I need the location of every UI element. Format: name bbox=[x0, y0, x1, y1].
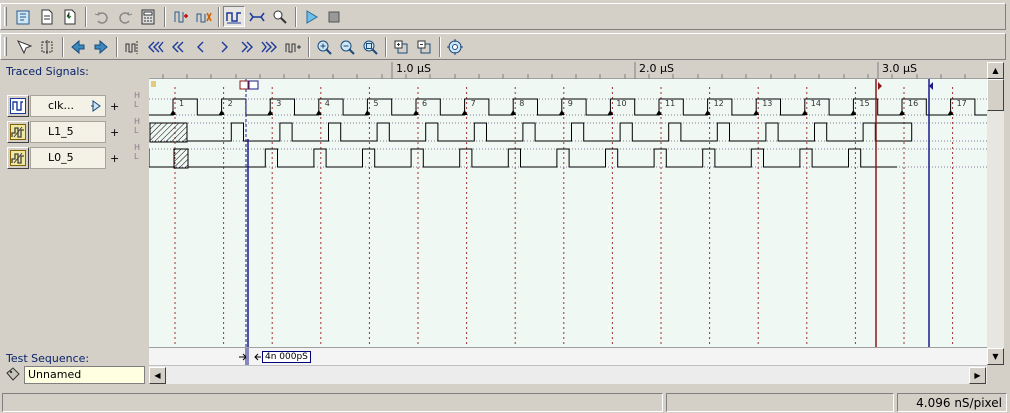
back-icon[interactable] bbox=[190, 36, 212, 57]
test-sequence-label: Test Sequence: bbox=[6, 352, 90, 365]
status-bar: 4.096 nS/pixel bbox=[0, 391, 1010, 413]
time-tick-label: 3.0 µS bbox=[882, 62, 917, 75]
waveform-toolbar bbox=[0, 33, 1006, 60]
cycle-number: 14 bbox=[811, 99, 821, 108]
signal-row-clk[interactable]: clk... + HL bbox=[7, 91, 148, 119]
zoom-fit-icon[interactable] bbox=[359, 36, 381, 57]
l1-waveform bbox=[187, 122, 913, 142]
expand-plus[interactable]: + bbox=[110, 100, 119, 113]
select-cursor-icon[interactable] bbox=[13, 36, 35, 57]
cycle-number: 6 bbox=[422, 99, 427, 108]
signal-level-labels: HL bbox=[134, 91, 141, 109]
traced-signals-label: Traced Signals: bbox=[6, 65, 89, 78]
cycle-number: 12 bbox=[714, 99, 724, 108]
add-signal-icon[interactable] bbox=[170, 6, 192, 27]
cycle-number: 4 bbox=[325, 99, 330, 108]
cycle-number: 1 bbox=[179, 99, 184, 108]
cursor-set-icon[interactable] bbox=[121, 36, 143, 57]
status-resolution: 4.096 nS/pixel bbox=[897, 393, 1007, 412]
scroll-thumb[interactable] bbox=[987, 79, 1004, 111]
calculator-icon[interactable] bbox=[137, 6, 159, 27]
cycle-number: 2 bbox=[228, 99, 233, 108]
last-icon[interactable] bbox=[259, 36, 281, 57]
clock-icon[interactable] bbox=[7, 95, 29, 117]
status-panel-info bbox=[666, 393, 894, 412]
open-project-icon[interactable] bbox=[13, 6, 35, 27]
waveform-mode-icon[interactable] bbox=[223, 6, 245, 27]
cycle-number: 7 bbox=[471, 99, 476, 108]
forward-icon[interactable] bbox=[213, 36, 235, 57]
status-panel-main bbox=[2, 393, 663, 412]
new-file-icon[interactable] bbox=[36, 6, 58, 27]
scroll-down-icon[interactable]: ▼ bbox=[987, 348, 1004, 365]
marker-start-icon bbox=[151, 81, 156, 87]
signal-row-l1-5[interactable]: L1_5 + HL bbox=[7, 117, 148, 145]
collapse-icon[interactable] bbox=[413, 36, 435, 57]
cursor-b-flag[interactable] bbox=[248, 80, 259, 90]
find-icon[interactable] bbox=[269, 6, 291, 27]
cursor-a-flag[interactable] bbox=[239, 80, 249, 90]
cycle-number: 8 bbox=[519, 99, 524, 108]
l0-undefined-region bbox=[173, 148, 189, 169]
cycle-number: 13 bbox=[762, 99, 772, 108]
settings-icon[interactable] bbox=[444, 36, 466, 57]
fast-back-icon[interactable] bbox=[167, 36, 189, 57]
bus-icon[interactable] bbox=[246, 6, 268, 27]
scroll-right-icon[interactable]: ▶ bbox=[969, 367, 986, 384]
scroll-up-icon[interactable]: ▲ bbox=[987, 62, 1004, 79]
clock-options-icon[interactable] bbox=[90, 100, 102, 112]
cycle-number: 11 bbox=[665, 99, 675, 108]
l1-undefined-region bbox=[149, 122, 188, 143]
cycle-number: 16 bbox=[908, 99, 918, 108]
test-sequence-field[interactable]: Unnamed bbox=[24, 366, 145, 384]
toolbar-grip[interactable] bbox=[4, 37, 7, 56]
signal-name-l1-5[interactable]: L1_5 bbox=[30, 121, 106, 143]
signal-icon[interactable] bbox=[7, 147, 29, 169]
vertical-scrollbar[interactable]: ▲ ▼ bbox=[987, 62, 1004, 365]
waveform-canvas[interactable]: 1 2 3 4 5 6 7 8 9 10 11 12 13 14 15 16 17 bbox=[149, 79, 987, 347]
time-tick-label: 2.0 µS bbox=[639, 62, 674, 75]
signal-row-l0-5[interactable]: L0_5 + HL bbox=[7, 143, 148, 171]
measure-label: 4n 000pS bbox=[262, 351, 311, 363]
cycle-number: 15 bbox=[859, 99, 869, 108]
run-icon[interactable] bbox=[300, 6, 322, 27]
next-transition-icon[interactable] bbox=[90, 36, 112, 57]
undo-icon[interactable] bbox=[91, 6, 113, 27]
expand-plus[interactable]: + bbox=[110, 126, 119, 139]
tag-icon bbox=[5, 366, 21, 382]
cursor-end-icon[interactable] bbox=[282, 36, 304, 57]
redo-icon[interactable] bbox=[114, 6, 136, 27]
insert-cursor-icon[interactable] bbox=[36, 36, 58, 57]
signal-level-labels: HL bbox=[134, 117, 141, 135]
cycle-number: 10 bbox=[616, 99, 626, 108]
cycle-number: 3 bbox=[276, 99, 281, 108]
time-ruler bbox=[149, 62, 987, 79]
cycle-number: 17 bbox=[957, 99, 967, 108]
signal-name-l0-5[interactable]: L0_5 bbox=[30, 147, 106, 169]
expand-plus[interactable]: + bbox=[110, 152, 119, 165]
first-icon[interactable] bbox=[144, 36, 166, 57]
expand-icon[interactable] bbox=[390, 36, 412, 57]
main-toolbar bbox=[0, 3, 1006, 30]
stop-icon[interactable] bbox=[323, 6, 345, 27]
prev-transition-icon[interactable] bbox=[67, 36, 89, 57]
zoom-out-icon[interactable] bbox=[336, 36, 358, 57]
cursor-red-marker[interactable] bbox=[878, 82, 882, 90]
cycle-number: 9 bbox=[568, 99, 573, 108]
zoom-in-icon[interactable] bbox=[313, 36, 335, 57]
clock-settings-icon[interactable] bbox=[193, 6, 215, 27]
horizontal-scrollbar[interactable]: ◀ ▶ bbox=[149, 365, 987, 384]
l0-waveform bbox=[149, 148, 898, 168]
signal-name-clk[interactable]: clk... bbox=[30, 95, 106, 117]
save-file-icon[interactable] bbox=[59, 6, 81, 27]
toolbar-grip[interactable] bbox=[4, 7, 7, 26]
signal-level-labels: HL bbox=[134, 143, 141, 161]
scroll-left-icon[interactable]: ◀ bbox=[149, 367, 166, 384]
fast-forward-icon[interactable] bbox=[236, 36, 258, 57]
time-tick-label: 1.0 µS bbox=[396, 62, 431, 75]
signal-icon[interactable] bbox=[7, 121, 29, 143]
cycle-number: 5 bbox=[373, 99, 378, 108]
